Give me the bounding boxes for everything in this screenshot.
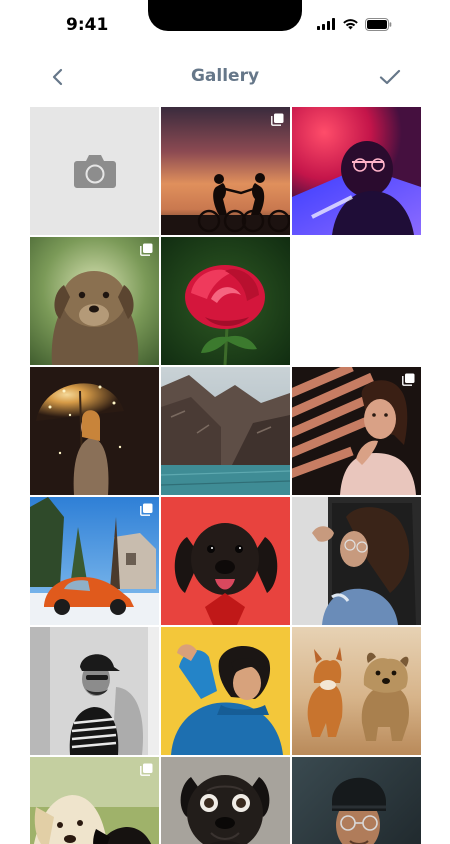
photo-tile[interactable] xyxy=(30,757,159,844)
photo-man-beanie xyxy=(292,757,421,844)
photo-red-rose xyxy=(161,237,290,365)
photo-pug xyxy=(161,757,290,844)
photo-tile[interactable] xyxy=(161,627,290,755)
photo-tile[interactable] xyxy=(161,367,290,495)
app-header: Gallery xyxy=(0,56,450,98)
status-time: 9:41 xyxy=(66,15,109,35)
photo-woman-pink-sweater xyxy=(292,367,421,495)
photo-tile[interactable] xyxy=(30,497,159,625)
gallery-screen: 9:41 Gallery xyxy=(0,0,450,844)
photo-man-cap-bw xyxy=(30,627,159,755)
photo-puppy xyxy=(30,237,159,365)
status-icons xyxy=(317,17,392,31)
checkmark-icon xyxy=(379,69,401,85)
photo-curly-hair-woman xyxy=(292,497,421,625)
photo-two-dogs-running xyxy=(292,627,421,755)
photo-grid xyxy=(30,107,421,844)
signal-icon xyxy=(317,18,335,30)
camera-tile[interactable] xyxy=(30,107,159,235)
photo-black-dog xyxy=(161,497,290,625)
empty-tile xyxy=(292,237,421,365)
photo-tile[interactable] xyxy=(30,627,159,755)
device-notch xyxy=(148,0,302,31)
photo-tile[interactable] xyxy=(161,237,290,365)
status-bar: 9:41 xyxy=(0,0,450,50)
photo-tile[interactable] xyxy=(292,627,421,755)
photo-tile[interactable] xyxy=(161,497,290,625)
photo-tile[interactable] xyxy=(292,497,421,625)
photo-tile[interactable] xyxy=(292,367,421,495)
photo-orange-car xyxy=(30,497,159,625)
confirm-button[interactable] xyxy=(376,64,404,90)
photo-tile[interactable] xyxy=(292,107,421,235)
multiple-photos-icon xyxy=(402,373,415,386)
photo-tile[interactable] xyxy=(161,107,290,235)
wifi-icon xyxy=(343,19,358,30)
photo-woman-umbrella xyxy=(30,367,159,495)
photo-tile[interactable] xyxy=(292,757,421,844)
photo-couple-bicycles xyxy=(161,107,290,235)
multiple-photos-icon xyxy=(271,113,284,126)
photo-man-neon xyxy=(292,107,421,235)
photo-tile[interactable] xyxy=(30,237,159,365)
multiple-photos-icon xyxy=(140,763,153,776)
photo-tile[interactable] xyxy=(30,367,159,495)
multiple-photos-icon xyxy=(140,243,153,256)
camera-icon xyxy=(73,155,116,188)
photo-mountain-lake xyxy=(161,367,290,495)
battery-icon xyxy=(365,17,392,31)
photo-tile[interactable] xyxy=(161,757,290,844)
multiple-photos-icon xyxy=(140,503,153,516)
photo-boy-blue-shirt xyxy=(161,627,290,755)
